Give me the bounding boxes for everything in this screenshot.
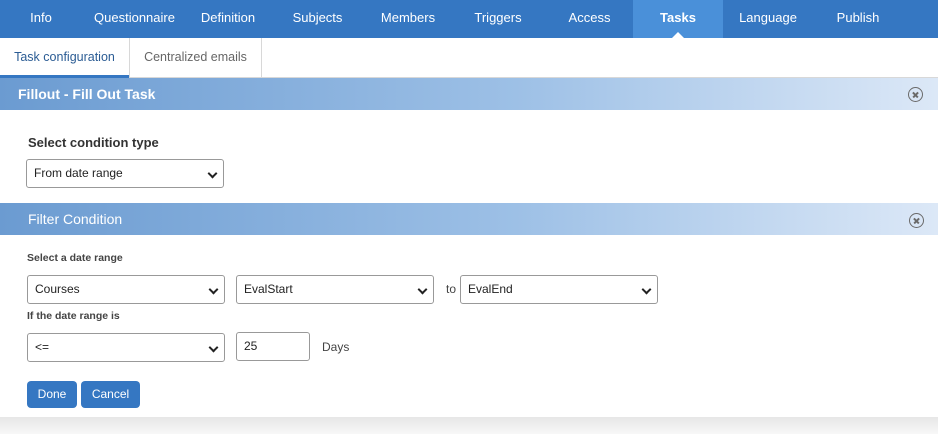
close-icon[interactable] [908,87,923,102]
chevron-down-icon [641,284,652,295]
sub-tabs: Task configuration Centralized emails [0,38,938,78]
top-navigation: Info Questionnaire Definition Subjects M… [0,0,938,38]
unit-label: Days [322,340,350,354]
chevron-down-icon [208,342,219,353]
nav-tab-definition[interactable]: Definition [187,0,269,38]
nav-tab-members[interactable]: Members [366,0,450,38]
end-date-select[interactable]: EvalEnd [460,275,658,304]
nav-tab-triggers[interactable]: Triggers [450,0,546,38]
filter-panel-header: Filter Condition [0,203,938,235]
task-panel-header: Fillout - Fill Out Task [0,78,938,110]
cancel-button[interactable]: Cancel [81,381,140,408]
done-button[interactable]: Done [27,381,77,408]
nav-tab-language[interactable]: Language [723,0,813,38]
operator-select[interactable]: <= [27,333,225,362]
date-source-value: Courses [35,282,80,296]
condition-type-select[interactable]: From date range [26,159,224,188]
close-icon[interactable] [909,213,924,228]
condition-type-value: From date range [34,166,123,180]
nav-tab-publish[interactable]: Publish [813,0,903,38]
subtab-centralized-emails[interactable]: Centralized emails [129,38,262,78]
operator-value: <= [35,340,50,354]
nav-tab-tasks[interactable]: Tasks [633,0,723,38]
nav-tab-info[interactable]: Info [0,0,82,38]
nav-tab-questionnaire[interactable]: Questionnaire [82,0,187,38]
subtab-task-configuration[interactable]: Task configuration [0,38,129,78]
to-label: to [446,282,457,296]
if-range-label: If the date range is [27,310,120,322]
date-source-select[interactable]: Courses [27,275,225,304]
chevron-down-icon [208,284,219,295]
nav-tab-subjects[interactable]: Subjects [269,0,366,38]
filter-panel-title: Filter Condition [28,211,123,227]
panel-bottom-edge [0,417,938,434]
start-date-value: EvalStart [244,282,293,296]
chevron-down-icon [207,168,218,179]
condition-type-label: Select condition type [28,135,159,150]
chevron-down-icon [417,284,428,295]
amount-input[interactable]: 25 [236,332,310,361]
nav-tab-tasks-label: Tasks [660,10,696,25]
nav-tab-access[interactable]: Access [546,0,633,38]
end-date-value: EvalEnd [468,282,513,296]
date-range-label: Select a date range [27,252,123,264]
start-date-select[interactable]: EvalStart [236,275,434,304]
task-panel-title: Fillout - Fill Out Task [18,86,156,102]
